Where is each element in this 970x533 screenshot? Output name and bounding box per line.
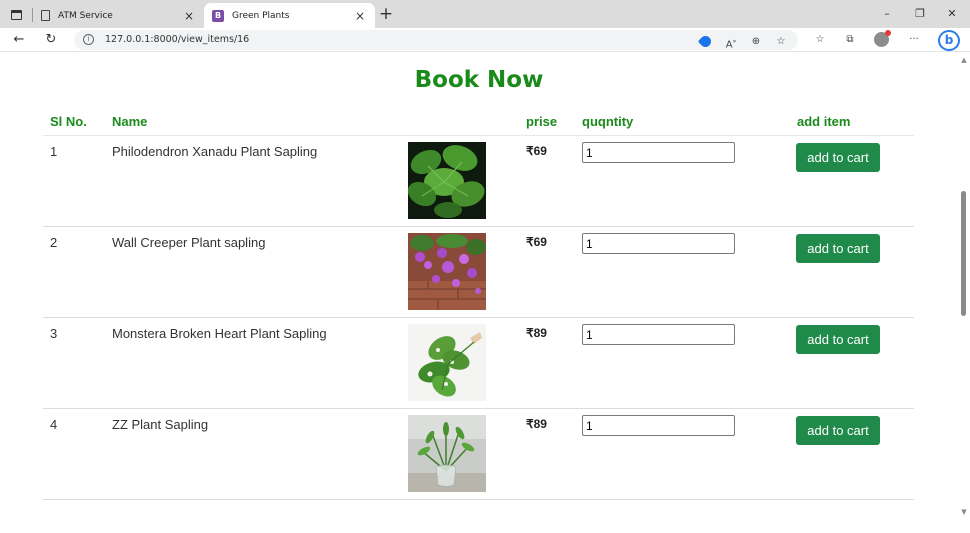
scroll-down-icon[interactable]: ▼ (960, 508, 968, 516)
close-tab-icon[interactable]: × (353, 9, 367, 23)
profile-avatar[interactable] (874, 30, 891, 47)
page-icon (41, 10, 50, 21)
table-row: 4 ZZ Plant Sapling ₹89 add to cart (43, 409, 914, 500)
plant-photo (408, 415, 486, 492)
tab-green-plants[interactable]: B Green Plants × (204, 3, 375, 28)
browser-toolbar: ← ↻ i 127.0.0.1:8000/view_items/16 A» ⊕ … (0, 28, 970, 52)
quantity-input[interactable] (582, 142, 735, 163)
column-header-add-item: add item (797, 114, 851, 129)
column-header-price: prise (526, 114, 558, 129)
quantity-input[interactable] (582, 415, 735, 436)
bootstrap-favicon-icon: B (212, 9, 224, 22)
table-row: 3 Monstera Broken Heart Plant Sapling ₹8… (43, 318, 914, 409)
favorites-icon[interactable]: ☆ (812, 32, 828, 48)
add-to-cart-button[interactable]: add to cart (796, 325, 880, 354)
tab-actions-icon[interactable] (6, 6, 26, 23)
close-window-button[interactable]: ✕ (937, 5, 967, 23)
column-header-sl: Sl No. (50, 114, 87, 129)
plant-photo (408, 233, 486, 310)
column-header-name: Name (112, 114, 148, 129)
scroll-up-icon[interactable]: ▲ (960, 56, 968, 64)
tab-title: ATM Service (58, 10, 113, 21)
item-sl: 2 (50, 235, 58, 250)
tab-atm-service[interactable]: ATM Service × (33, 3, 204, 28)
tag-icon[interactable] (697, 33, 714, 50)
add-to-cart-button[interactable]: add to cart (796, 234, 880, 263)
item-name: Wall Creeper Plant sapling (112, 235, 266, 250)
column-header-quantity: quqntity (582, 114, 634, 129)
item-price: ₹89 (526, 326, 547, 340)
item-price: ₹69 (526, 235, 547, 249)
close-tab-icon[interactable]: × (182, 9, 196, 23)
collections-icon[interactable]: ⧉ (842, 32, 858, 48)
item-price: ₹89 (526, 417, 547, 431)
page-content: Book Now Sl No. Name prise quqntity add … (0, 53, 958, 533)
scrollbar-thumb[interactable] (961, 191, 966, 316)
read-aloud-icon[interactable]: A» (723, 34, 739, 50)
tab-strip: ATM Service × B Green Plants × + – ❐ ✕ (0, 0, 970, 28)
minimize-button[interactable]: – (872, 5, 902, 23)
item-sl: 4 (50, 417, 58, 432)
add-to-cart-button[interactable]: add to cart (796, 416, 880, 445)
table-row: 1 Philodendron Xanadu Plant Sapling ₹69 … (43, 136, 914, 227)
new-tab-button[interactable]: + (378, 4, 394, 24)
page-title: Book Now (414, 67, 544, 93)
add-to-cart-button[interactable]: add to cart (796, 143, 880, 172)
item-name: Monstera Broken Heart Plant Sapling (112, 326, 327, 341)
url-text[interactable]: 127.0.0.1:8000/view_items/16 (105, 33, 249, 47)
item-name: ZZ Plant Sapling (112, 417, 209, 432)
address-bar[interactable]: i 127.0.0.1:8000/view_items/16 A» ⊕ ☆ (74, 30, 798, 50)
refresh-icon[interactable]: ↻ (42, 31, 60, 49)
plant-photo (408, 142, 486, 219)
restore-button[interactable]: ❐ (905, 5, 935, 23)
add-favorite-icon[interactable]: ☆ (773, 34, 789, 50)
item-sl: 3 (50, 326, 58, 341)
item-name: Philodendron Xanadu Plant Sapling (112, 144, 318, 159)
zoom-icon[interactable]: ⊕ (748, 34, 764, 50)
tab-title: Green Plants (232, 10, 290, 21)
table-row: 2 Wall Creeper Plant sapling ₹69 add to … (43, 227, 914, 318)
item-price: ₹69 (526, 144, 547, 158)
vertical-scrollbar[interactable]: ▲ ▼ (958, 53, 970, 533)
item-sl: 1 (50, 144, 58, 159)
quantity-input[interactable] (582, 324, 735, 345)
more-options-icon[interactable]: ··· (906, 32, 922, 48)
plant-photo (408, 324, 486, 401)
quantity-input[interactable] (582, 233, 735, 254)
back-arrow-icon[interactable]: ← (10, 31, 28, 49)
bing-copilot-icon[interactable]: b (938, 30, 960, 51)
site-info-icon[interactable]: i (83, 34, 94, 45)
